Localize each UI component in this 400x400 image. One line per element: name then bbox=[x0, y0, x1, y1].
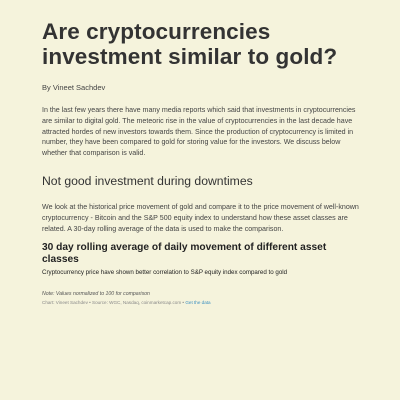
intro-paragraph: In the last few years there have many me… bbox=[42, 106, 356, 158]
chart-note: Note: Values normalized to 100 for compa… bbox=[42, 291, 150, 298]
article-content: Are cryptocurrencies investment similar … bbox=[42, 19, 360, 306]
chart-source-text: Chart: Vineet Sachdev • Source: WGC, Nas… bbox=[42, 300, 186, 306]
chart-title: 30 day rolling average of daily movement… bbox=[42, 242, 327, 266]
article-byline: By Vineet Sachdev bbox=[42, 83, 106, 92]
chart-source: Chart: Vineet Sachdev • Source: WGC, Nas… bbox=[42, 300, 360, 306]
section-paragraph: We look at the historical price movement… bbox=[42, 202, 359, 233]
chart-subtitle: Cryptocurrency price have shown better c… bbox=[42, 269, 288, 277]
article-page: Are cryptocurrencies investment similar … bbox=[0, 0, 400, 400]
article-title: Are cryptocurrencies investment similar … bbox=[42, 19, 338, 69]
section-heading: Not good investment during downtimes bbox=[42, 173, 253, 188]
get-the-data-link[interactable]: Get the data bbox=[185, 300, 210, 305]
